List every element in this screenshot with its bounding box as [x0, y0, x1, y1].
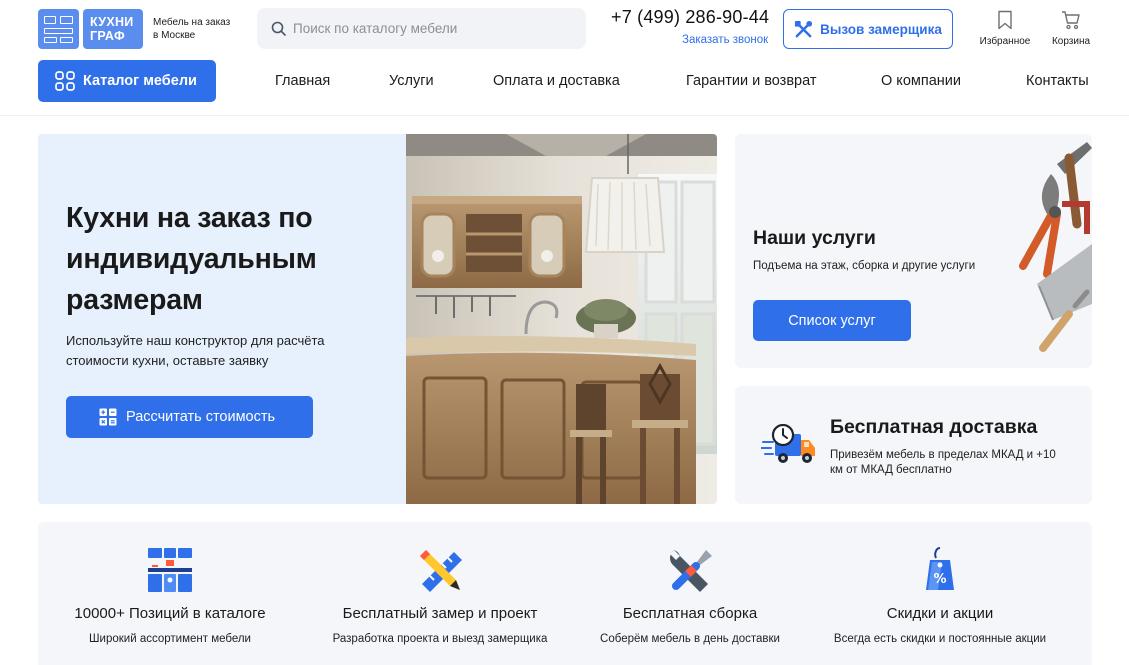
kitchen-photo	[406, 134, 717, 504]
feature-title: 10000+ Позиций в каталоге	[74, 605, 266, 622]
feature-title: Бесплатная сборка	[622, 605, 758, 622]
services-title: Наши услуги	[753, 227, 876, 249]
hero-title: Кухни на заказ по индивидуальным размера…	[66, 202, 317, 316]
services-list-button[interactable]: Список услуг	[753, 300, 911, 341]
feature-desc: Широкий ассортимент мебели	[89, 633, 251, 645]
delivery-truck-icon	[761, 424, 815, 463]
catalog-button-label: Каталог мебели	[83, 73, 197, 89]
cart-icon	[1062, 11, 1080, 30]
feature-item: 10000+ Позиций в каталоге Широкий ассорт…	[38, 522, 302, 665]
pencil-ruler-icon	[420, 550, 462, 592]
main-nav: Каталог мебели Главная Услуги Оплата и д…	[0, 58, 1129, 116]
tools-illustration	[1019, 142, 1092, 352]
nav-item-about[interactable]: О компании	[881, 73, 961, 89]
kitchen-icon	[148, 548, 192, 592]
calculator-icon	[99, 408, 117, 426]
feature-desc: Соберём мебель в день доставки	[600, 633, 780, 645]
nav-item-contacts[interactable]: Контакты	[1026, 73, 1089, 89]
logo[interactable]: КУХНИ ГРАФ Мебель на заказ в Москве	[38, 9, 233, 49]
search-box[interactable]	[257, 8, 586, 49]
wrench-screwdriver-icon	[670, 550, 712, 592]
nav-item-home[interactable]: Главная	[275, 73, 330, 89]
callback-link[interactable]: Заказать звонок	[682, 34, 768, 46]
feature-title: Скидки и акции	[886, 605, 994, 622]
logo-tagline: Мебель на заказ в Москве	[153, 17, 231, 41]
calculate-cost-label: Рассчитать стоимость	[126, 409, 276, 425]
feature-desc: Всегда есть скидки и постоянные акции	[833, 633, 1047, 645]
discount-tag-icon: %	[926, 547, 954, 590]
services-card: Наши услуги Подъема на этаж, сборка и др…	[735, 134, 1092, 368]
logo-kitchen-icon	[38, 9, 79, 49]
services-subtitle: Подъема на этаж, сборка и другие услуги	[753, 260, 976, 272]
nav-item-services[interactable]: Услуги	[389, 73, 434, 89]
calculate-cost-button[interactable]: Рассчитать стоимость	[66, 396, 313, 438]
delivery-subtitle: Привезём мебель в пределах МКАД и +10 км…	[830, 449, 1056, 476]
feature-desc: Разработка проекта и выезд замерщика	[332, 633, 548, 645]
nav-item-warranty[interactable]: Гарантии и возврат	[686, 73, 816, 89]
favorites-link[interactable]: Избранное	[975, 10, 1035, 47]
delivery-title: Бесплатная доставка	[830, 416, 1038, 438]
cart-label: Корзина	[1051, 36, 1091, 47]
delivery-card: Бесплатная доставка Привезём мебель в пр…	[735, 386, 1092, 504]
call-measurer-label: Вызов замерщика	[820, 21, 942, 37]
bookmark-icon	[998, 10, 1012, 30]
hero-subtitle: Используйте наш конструктор для расчёта …	[66, 333, 325, 368]
svg-text:%: %	[933, 572, 946, 587]
tools-cross-icon	[795, 20, 813, 37]
cart-link[interactable]: Корзина	[1041, 10, 1101, 47]
header: КУХНИ ГРАФ Мебель на заказ в Москве +7 (…	[0, 0, 1129, 58]
logo-wordmark: КУХНИ ГРАФ	[83, 9, 143, 49]
grid-icon	[55, 71, 75, 91]
search-input[interactable]	[293, 21, 573, 36]
hero-banner: Кухни на заказ по индивидуальным размера…	[38, 134, 717, 504]
phone-number[interactable]: +7 (499) 286-90-44	[611, 7, 769, 28]
catalog-button[interactable]: Каталог мебели	[38, 60, 216, 102]
favorites-label: Избранное	[979, 36, 1031, 47]
feature-title: Бесплатный замер и проект	[342, 605, 538, 622]
features-bar: 10000+ Позиций в каталоге Широкий ассорт…	[38, 522, 1092, 665]
feature-item: % Скидки и акции Всегда есть скидки и по…	[808, 522, 1072, 665]
feature-item: Бесплатный замер и проект Разработка про…	[308, 522, 572, 665]
feature-item: Бесплатная сборка Соберём мебель в день …	[558, 522, 822, 665]
search-icon	[271, 21, 286, 36]
nav-item-payment-delivery[interactable]: Оплата и доставка	[493, 73, 620, 89]
call-measurer-button[interactable]: Вызов замерщика	[783, 9, 953, 49]
